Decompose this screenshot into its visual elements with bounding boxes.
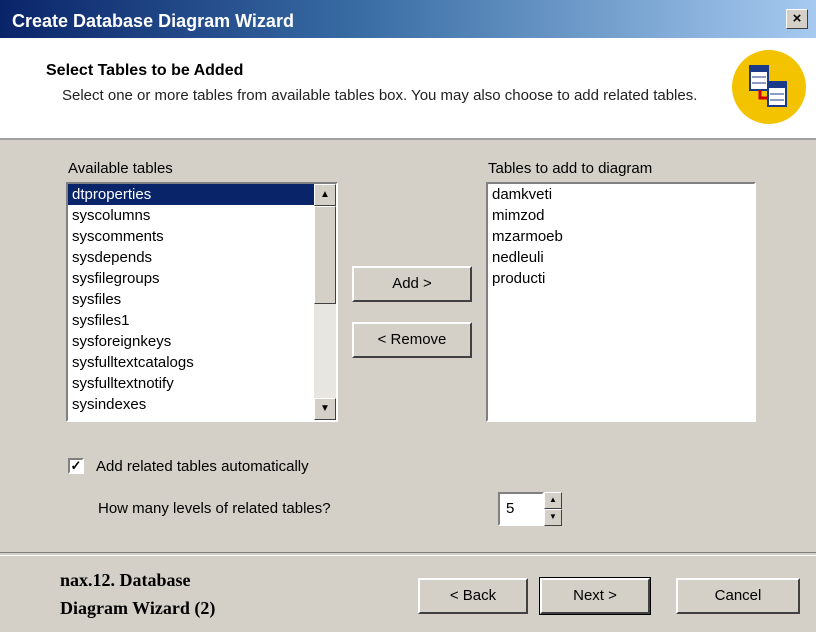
available-table-item[interactable]: sysfilegroups	[68, 268, 314, 289]
available-table-item[interactable]: dtproperties	[68, 184, 314, 205]
remove-button[interactable]: < Remove	[352, 322, 472, 358]
add-button[interactable]: Add >	[352, 266, 472, 302]
available-table-item[interactable]: sysfiles	[68, 289, 314, 310]
available-tables-list[interactable]: dtproperties syscolumns syscomments sysdepe…	[66, 182, 338, 422]
available-table-item[interactable]: syscolumns	[68, 205, 314, 226]
added-table-item[interactable]: damkveti	[488, 184, 754, 205]
header-title: Select Tables to be Added	[46, 62, 244, 79]
added-table-item[interactable]: producti	[488, 268, 754, 289]
close-button[interactable]: ×	[786, 9, 808, 29]
title-bar: Create Database Diagram Wizard ×	[0, 0, 816, 38]
available-table-item[interactable]: sysfiles1	[68, 310, 314, 331]
caption-text: Database	[119, 570, 191, 590]
caption-number: nax.12.	[60, 570, 116, 590]
added-table-item[interactable]: mzarmoeb	[488, 226, 754, 247]
scroll-down-arrow-icon[interactable]: ▼	[314, 398, 336, 420]
related-tables-checkbox[interactable]: ✓	[68, 458, 84, 474]
scroll-thumb[interactable]	[314, 206, 336, 304]
caption-text-line2: Diagram Wizard (2)	[60, 598, 216, 618]
available-table-item[interactable]: sysdepends	[68, 247, 314, 268]
available-table-item[interactable]: sysfulltextcatalogs	[68, 352, 314, 373]
back-button[interactable]: < Back	[418, 578, 528, 614]
levels-label: How many levels of related tables?	[98, 500, 331, 517]
window-title: Create Database Diagram Wizard	[12, 11, 294, 31]
tables-to-add-list[interactable]: damkveti mimzod mzarmoeb nedleuli producti	[486, 182, 756, 422]
available-tables-label: Available tables	[68, 160, 173, 177]
related-tables-label: Add related tables automatically	[96, 458, 309, 475]
available-scrollbar[interactable]: ▲ ▼	[314, 184, 336, 420]
figure-caption: nax.12. Database Diagram Wizard (2)	[60, 566, 320, 622]
next-button[interactable]: Next >	[539, 577, 651, 615]
added-table-item[interactable]: mimzod	[488, 205, 754, 226]
wizard-header: Select Tables to be Added Select one or …	[0, 38, 816, 140]
footer-divider	[0, 552, 816, 556]
database-diagram-icon	[732, 50, 806, 124]
available-table-item[interactable]: sysfulltextnotify	[68, 373, 314, 394]
spin-up-arrow-icon[interactable]: ▲	[544, 492, 562, 509]
added-tables-label: Tables to add to diagram	[488, 160, 653, 177]
levels-input[interactable]: 5	[498, 492, 544, 526]
available-table-item[interactable]: sysforeignkeys	[68, 331, 314, 352]
scroll-up-arrow-icon[interactable]: ▲	[314, 184, 336, 206]
added-table-item[interactable]: nedleuli	[488, 247, 754, 268]
cancel-button[interactable]: Cancel	[676, 578, 800, 614]
available-table-item[interactable]: syscomments	[68, 226, 314, 247]
spin-down-arrow-icon[interactable]: ▼	[544, 509, 562, 526]
available-table-item[interactable]: sysindexes	[68, 394, 314, 415]
header-description: Select one or more tables from available…	[62, 87, 698, 104]
